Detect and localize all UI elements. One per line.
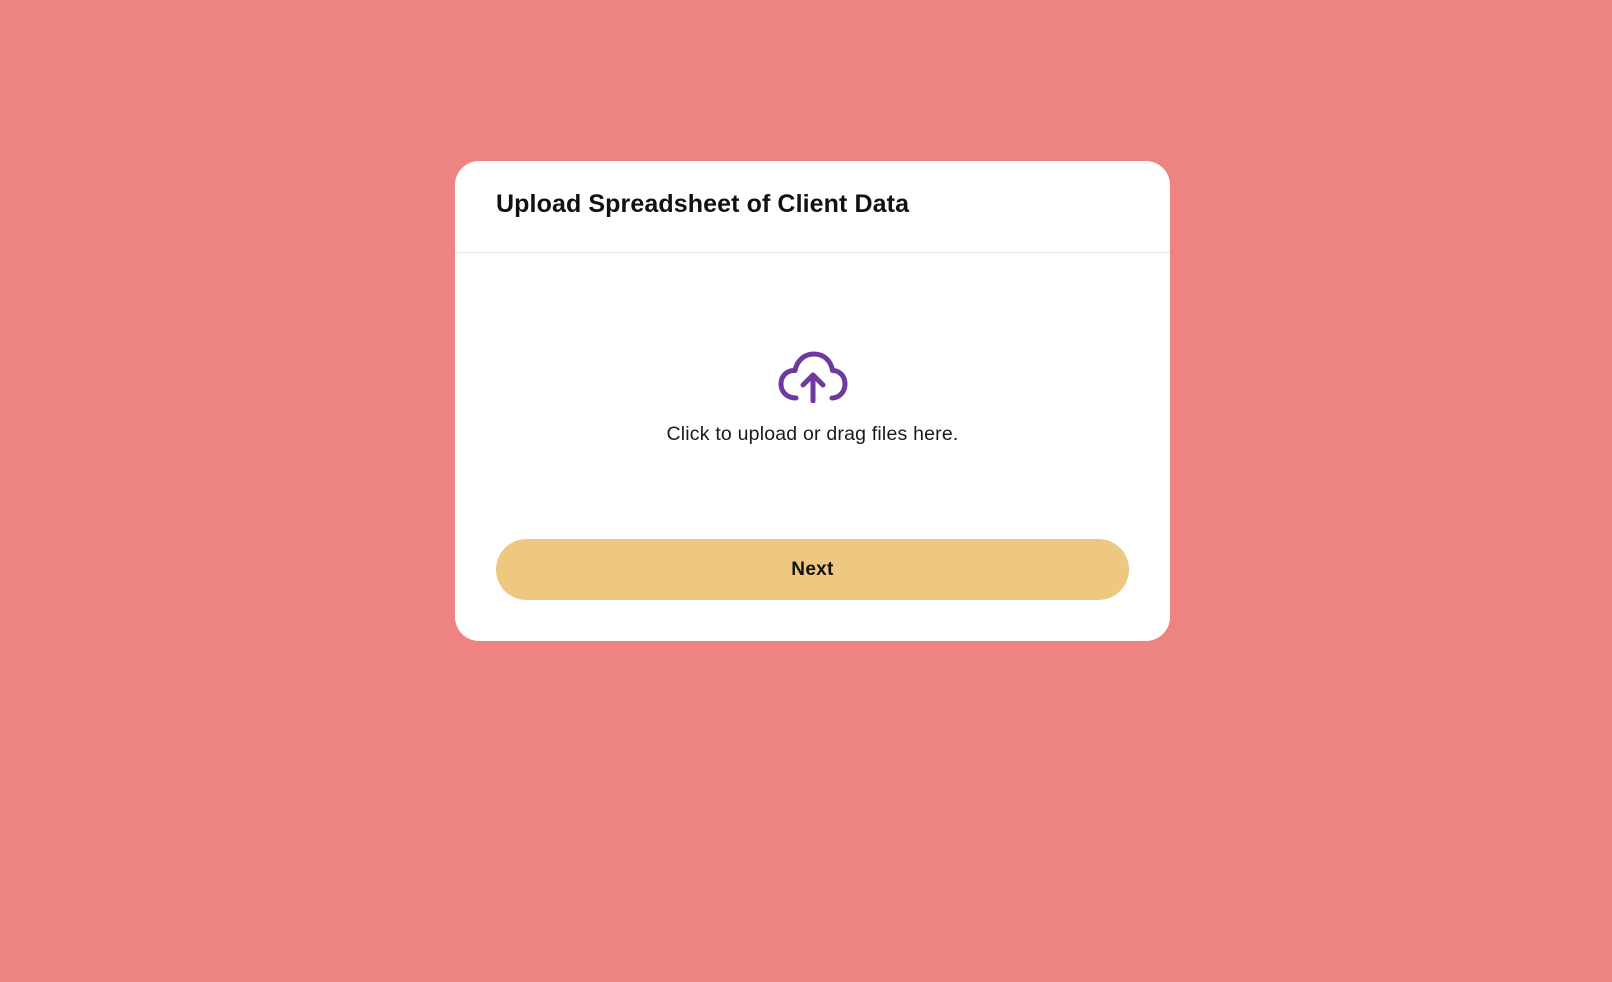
- file-dropzone[interactable]: Click to upload or drag files here.: [496, 281, 1129, 581]
- modal-title: Upload Spreadsheet of Client Data: [496, 190, 910, 218]
- modal-header: Upload Spreadsheet of Client Data: [455, 161, 1170, 253]
- cloud-upload-icon: [778, 351, 847, 403]
- upload-modal: Upload Spreadsheet of Client Data Click …: [455, 161, 1170, 641]
- next-button[interactable]: Next: [496, 539, 1129, 600]
- dropzone-instructions: Click to upload or drag files here.: [666, 423, 959, 445]
